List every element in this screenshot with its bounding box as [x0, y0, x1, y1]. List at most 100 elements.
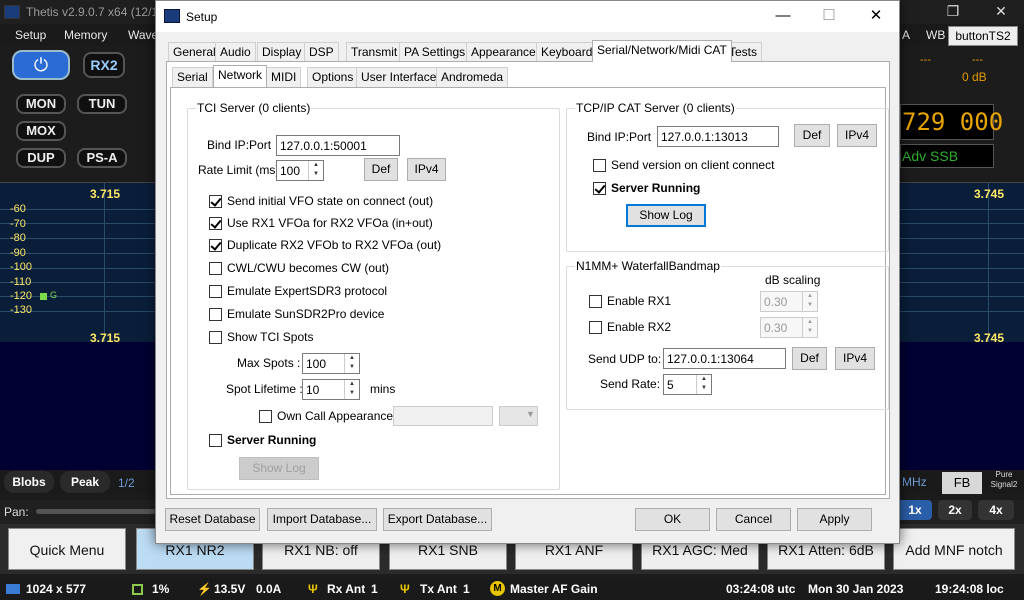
menu-wb[interactable]: WB [926, 28, 945, 42]
tci-ipv4-button[interactable]: IPv4 [407, 158, 446, 181]
spot-lifetime-spinner[interactable]: 10 ▲ ▼ [302, 379, 360, 400]
rx2-db-scaling-spinner[interactable]: 0.30 ▲ ▼ [760, 317, 818, 338]
chk-enable-rx2[interactable]: Enable RX2 [589, 320, 671, 334]
tab-general[interactable]: General [168, 42, 221, 62]
dup-button[interactable]: DUP [16, 148, 66, 168]
subtab-midi[interactable]: MIDI [266, 67, 302, 87]
tci-bind-input[interactable] [276, 135, 400, 156]
zoom-2x-button[interactable]: 2x [938, 500, 972, 520]
ps-a-button[interactable]: PS-A [77, 148, 127, 168]
cat-show-log-button[interactable]: Show Log [626, 204, 706, 227]
button-ts2[interactable]: buttonTS2 [948, 26, 1018, 46]
own-call-color-box[interactable] [393, 406, 493, 426]
subtab-network[interactable]: Network [213, 65, 268, 87]
rx2-button[interactable]: RX2 [83, 52, 125, 78]
chevron-down-icon[interactable]: ▼ [526, 409, 535, 419]
chk-use-rx1-vfoa[interactable]: Use RX1 VFOa for RX2 VFOa (in+out) [209, 216, 433, 230]
checkbox-checked-icon[interactable] [209, 194, 222, 208]
checkbox-icon[interactable] [209, 261, 222, 275]
menu-setup[interactable]: Setup [15, 28, 46, 42]
checkbox-icon[interactable] [589, 320, 602, 334]
tab-appearance[interactable]: Appearance [466, 42, 541, 62]
subtab-options[interactable]: Options [307, 67, 359, 87]
tab-serial-network-midi-cat[interactable]: Serial/Network/Midi CAT [592, 40, 732, 62]
fb-button[interactable]: FB [942, 472, 982, 494]
tab-pa-settings[interactable]: PA Settings [399, 42, 471, 62]
spin-arrows-icon[interactable]: ▲ ▼ [344, 380, 359, 399]
cat-ipv4-button[interactable]: IPv4 [837, 124, 877, 147]
maximize-icon[interactable]: ☐ [806, 1, 852, 32]
n1mm-def-button[interactable]: Def [792, 347, 827, 370]
cancel-button[interactable]: Cancel [716, 508, 791, 531]
import-database-button[interactable]: Import Database... [267, 508, 377, 531]
menu-a[interactable]: A [902, 28, 910, 42]
menu-wave[interactable]: Wave [128, 28, 158, 42]
tab-keyboard[interactable]: Keyboard [536, 42, 598, 62]
tab-display[interactable]: Display [257, 42, 307, 62]
chk-cat-server-running[interactable]: Server Running [593, 181, 700, 195]
send-rate-spinner[interactable]: 5 ▲ ▼ [663, 374, 712, 395]
checkbox-icon[interactable] [593, 158, 606, 172]
power-button[interactable]: ⏻ [12, 50, 70, 80]
chk-send-initial-vfo[interactable]: Send initial VFO state on connect (out) [209, 194, 433, 208]
spin-arrows-icon[interactable]: ▲ ▼ [696, 375, 711, 394]
checkbox-icon[interactable] [209, 284, 222, 298]
send-udp-input[interactable] [663, 348, 786, 369]
mox-button[interactable]: MOX [16, 121, 66, 141]
rx1-db-scaling-spinner[interactable]: 0.30 ▲ ▼ [760, 291, 818, 312]
checkbox-checked-icon[interactable] [209, 216, 222, 230]
cat-bind-input[interactable] [657, 126, 779, 147]
checkbox-icon[interactable] [589, 294, 602, 308]
tab-dsp[interactable]: DSP [304, 42, 339, 62]
close-icon[interactable]: ✕ [853, 1, 899, 32]
chk-show-tci-spots[interactable]: Show TCI Spots [209, 330, 313, 344]
spin-arrows-icon[interactable]: ▲ ▼ [344, 354, 359, 373]
n1mm-ipv4-button[interactable]: IPv4 [835, 347, 875, 370]
ok-button[interactable]: OK [635, 508, 710, 531]
minimize-icon[interactable]: — [760, 1, 806, 32]
peak-button[interactable]: Peak [60, 471, 110, 493]
chk-cwl-cwu[interactable]: CWL/CWU becomes CW (out) [209, 261, 389, 275]
checkbox-checked-icon[interactable] [593, 181, 606, 195]
subtab-user-interface[interactable]: User Interface [356, 67, 442, 87]
quick-menu-button[interactable]: Quick Menu [8, 528, 126, 570]
chk-emulate-sunsdr2pro[interactable]: Emulate SunSDR2Pro device [209, 307, 384, 321]
chk-send-version[interactable]: Send version on client connect [593, 158, 774, 172]
checkbox-icon[interactable] [209, 330, 222, 344]
tab-transmit[interactable]: Transmit [346, 42, 403, 62]
checkbox-icon[interactable] [209, 307, 222, 321]
mon-button[interactable]: MON [16, 94, 66, 114]
subtab-andromeda[interactable]: Andromeda [436, 67, 509, 87]
zoom-4x-button[interactable]: 4x [978, 500, 1014, 520]
tci-rate-spinner[interactable]: 100 ▲ ▼ [276, 160, 324, 181]
chk-own-call-appearance[interactable]: Own Call Appearance [259, 409, 393, 423]
spin-arrows-icon[interactable]: ▲ ▼ [308, 161, 323, 180]
close-icon[interactable]: ✕ [978, 0, 1024, 24]
tab-audio[interactable]: Audio [215, 42, 256, 62]
reset-database-button[interactable]: Reset Database [165, 508, 260, 531]
spin-arrows-icon[interactable]: ▲ ▼ [802, 318, 817, 337]
zoom-1x-button[interactable]: 1x [898, 500, 932, 520]
apply-button[interactable]: Apply [797, 508, 872, 531]
chk-emulate-expertsdr3[interactable]: Emulate ExpertSDR3 protocol [209, 284, 387, 298]
chk-enable-rx1[interactable]: Enable RX1 [589, 294, 671, 308]
add-mnf-notch-button[interactable]: Add MNF notch [893, 528, 1015, 570]
chk-tci-server-running[interactable]: Server Running [209, 433, 316, 447]
gain-marker[interactable] [40, 293, 47, 300]
subtab-serial[interactable]: Serial [172, 67, 213, 87]
checkbox-icon[interactable] [209, 433, 222, 447]
pan-slider[interactable] [36, 509, 156, 514]
blobs-button[interactable]: Blobs [4, 471, 54, 493]
cat-def-button[interactable]: Def [794, 124, 830, 147]
checkbox-checked-icon[interactable] [209, 238, 222, 252]
tci-show-log-button[interactable]: Show Log [239, 457, 319, 480]
menu-memory[interactable]: Memory [64, 28, 107, 42]
tci-def-button[interactable]: Def [364, 158, 398, 181]
tun-button[interactable]: TUN [77, 94, 127, 114]
spin-arrows-icon[interactable]: ▲ ▼ [802, 292, 817, 311]
restore-icon[interactable]: ❐ [930, 0, 976, 24]
max-spots-spinner[interactable]: 100 ▲ ▼ [302, 353, 360, 374]
checkbox-icon[interactable] [259, 409, 272, 423]
export-database-button[interactable]: Export Database... [383, 508, 492, 531]
chk-duplicate-rx2-vfob[interactable]: Duplicate RX2 VFOb to RX2 VFOa (out) [209, 238, 441, 252]
